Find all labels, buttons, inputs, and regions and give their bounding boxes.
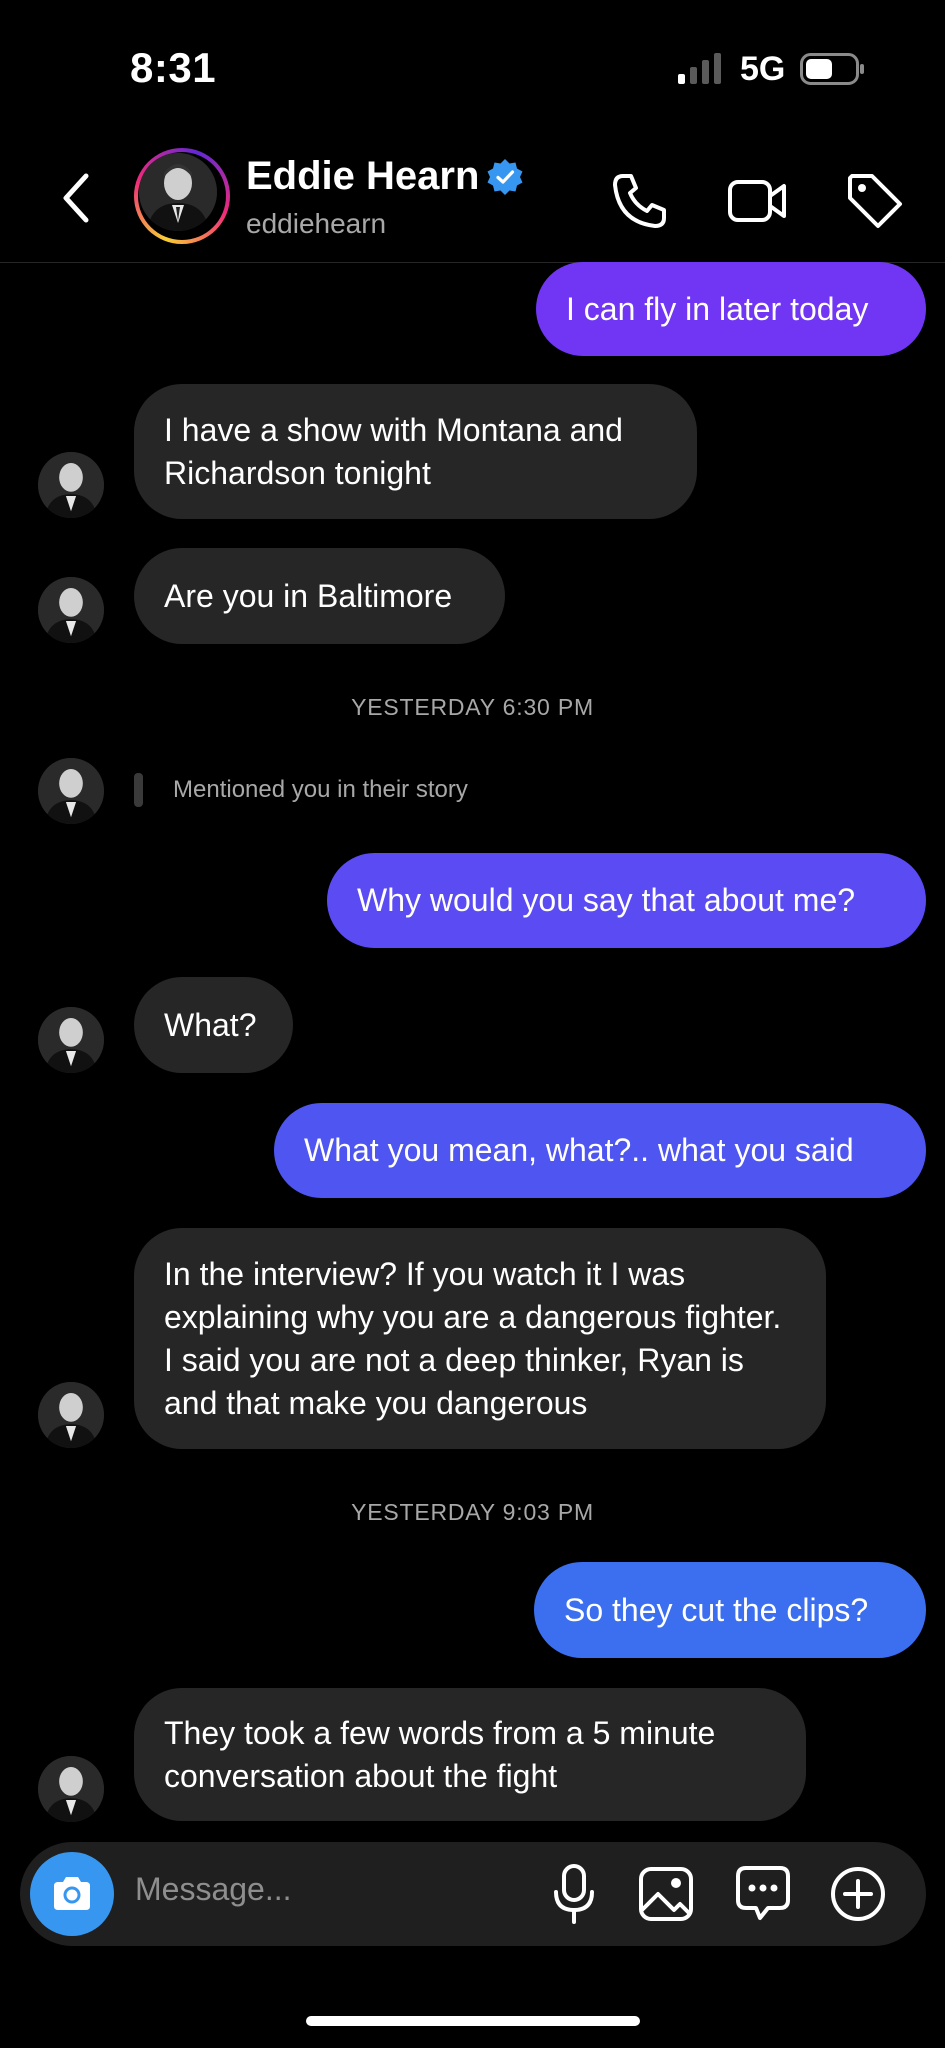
incoming-message[interactable]: I have a show with Montana and Richardso… xyxy=(134,384,697,519)
profile-avatar[interactable] xyxy=(134,148,230,244)
incoming-message[interactable]: What? xyxy=(134,977,293,1073)
incoming-message[interactable]: In the interview? If you watch it I was … xyxy=(134,1228,826,1449)
incoming-message[interactable]: Are you in Baltimore xyxy=(134,548,505,644)
network-label: 5G xyxy=(740,50,786,88)
outgoing-message[interactable]: What you mean, what?.. what you said xyxy=(274,1103,926,1198)
battery-icon xyxy=(800,53,864,85)
sender-avatar[interactable] xyxy=(38,1382,104,1448)
sender-avatar[interactable] xyxy=(38,452,104,518)
sender-avatar[interactable] xyxy=(38,1756,104,1822)
sticker-icon[interactable] xyxy=(734,1864,792,1922)
back-icon[interactable] xyxy=(56,170,96,226)
gallery-icon[interactable] xyxy=(638,1866,694,1922)
sender-avatar[interactable] xyxy=(38,758,104,824)
timestamp-separator: YESTERDAY 9:03 PM xyxy=(351,1499,594,1525)
sender-avatar[interactable] xyxy=(38,1007,104,1073)
microphone-icon[interactable] xyxy=(548,1862,600,1926)
contact-name[interactable]: Eddie Hearn xyxy=(246,154,479,199)
incoming-message[interactable]: They took a few words from a 5 minute co… xyxy=(134,1688,806,1821)
signal-icon xyxy=(678,53,721,84)
camera-button[interactable] xyxy=(30,1852,114,1936)
verified-badge-icon xyxy=(487,159,523,195)
tag-icon[interactable] xyxy=(844,170,906,232)
home-indicator[interactable] xyxy=(306,2016,640,2026)
contact-handle: eddiehearn xyxy=(246,208,387,239)
avatar-photo xyxy=(139,153,217,231)
status-time: 8:31 xyxy=(130,44,217,91)
video-icon[interactable] xyxy=(726,170,788,232)
timestamp-separator: YESTERDAY 6:30 PM xyxy=(351,694,594,720)
plus-icon[interactable] xyxy=(829,1865,887,1923)
outgoing-message[interactable]: So they cut the clips? xyxy=(534,1562,926,1658)
outgoing-message[interactable]: I can fly in later today xyxy=(536,262,926,356)
camera-icon xyxy=(54,1877,90,1910)
story-mention-bar xyxy=(134,773,143,807)
sender-avatar[interactable] xyxy=(38,577,104,643)
phone-icon[interactable] xyxy=(609,170,671,232)
outgoing-message[interactable]: Why would you say that about me? xyxy=(327,853,926,948)
message-input[interactable]: Message... xyxy=(135,1871,292,1908)
story-mention-text[interactable]: Mentioned you in their story xyxy=(173,776,468,804)
